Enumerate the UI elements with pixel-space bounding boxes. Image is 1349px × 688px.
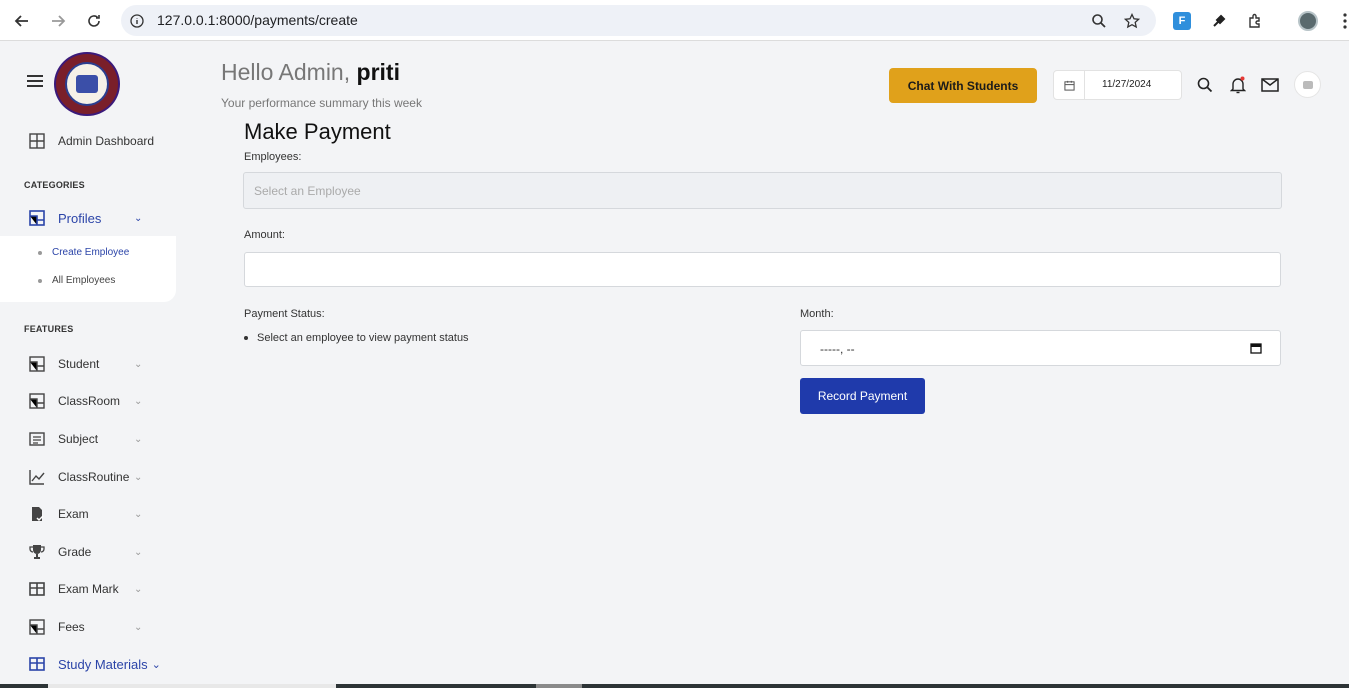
chat-with-students-button[interactable]: Chat With Students — [889, 68, 1037, 103]
chevron-down-icon: ⌄ — [134, 212, 143, 224]
table-icon — [28, 580, 46, 598]
profile-avatar-icon[interactable] — [1296, 9, 1320, 33]
submenu-item-create-employee[interactable]: Create Employee — [38, 247, 129, 258]
forward-icon[interactable] — [46, 9, 70, 33]
amount-label: Amount: — [244, 229, 285, 241]
classroom-icon — [28, 392, 46, 410]
user-name: priti — [356, 59, 400, 85]
profiles-icon — [28, 209, 46, 227]
fees-icon — [28, 618, 46, 636]
chevron-down-icon: ⌄ — [134, 621, 143, 633]
date-picker[interactable]: 11/27/2024 — [1053, 70, 1182, 100]
taskbar — [0, 684, 1349, 688]
extension-f-icon[interactable]: F — [1170, 9, 1194, 33]
date-value: 11/27/2024 — [1102, 79, 1152, 90]
bookmark-star-icon[interactable] — [1122, 11, 1142, 31]
sidebar-item-classroom[interactable]: ClassRoom ⌄ — [28, 392, 142, 410]
greeting-subtitle: Your performance summary this week — [221, 96, 422, 110]
page-title: Make Payment — [244, 119, 391, 144]
sidebar-item-classroutine[interactable]: ClassRoutine ⌄ — [28, 468, 142, 486]
month-label: Month: — [800, 308, 834, 320]
greeting: Hello Admin, priti — [221, 59, 400, 85]
submenu-item-all-employees[interactable]: All Employees — [38, 275, 115, 286]
calendar-icon[interactable] — [1250, 341, 1264, 355]
chevron-down-icon: ⌄ — [134, 358, 143, 370]
sidebar-item-student[interactable]: Student ⌄ — [28, 355, 142, 373]
chevron-down-icon: ⌄ — [151, 658, 161, 671]
browser-menu-icon[interactable] — [1333, 9, 1349, 33]
back-icon[interactable] — [10, 9, 34, 33]
sidebar: Admin Dashboard CATEGORIES Profiles ⌄ Cr… — [0, 42, 190, 688]
record-payment-button[interactable]: Record Payment — [800, 378, 925, 414]
zoom-icon[interactable] — [1089, 11, 1109, 31]
chevron-down-icon: ⌄ — [134, 508, 143, 520]
eyedropper-icon[interactable] — [1207, 9, 1231, 33]
payment-status-item: Select an employee to view payment statu… — [244, 332, 469, 344]
chevron-down-icon: ⌄ — [134, 433, 143, 445]
study-table-icon — [28, 655, 46, 673]
payment-status-label: Payment Status: — [244, 308, 325, 320]
amount-input[interactable] — [244, 252, 1281, 287]
employees-label: Employees: — [244, 151, 302, 163]
sidebar-item-profiles[interactable]: Profiles ⌄ — [28, 209, 142, 227]
chevron-down-icon: ⌄ — [134, 583, 143, 595]
info-icon[interactable] — [127, 11, 147, 31]
sidebar-item-grade[interactable]: Grade ⌄ — [28, 543, 142, 561]
features-heading: FEATURES — [24, 324, 74, 334]
sidebar-item-fees[interactable]: Fees ⌄ — [28, 618, 142, 636]
calendar-icon — [1054, 71, 1085, 99]
reload-icon[interactable] — [82, 9, 106, 33]
search-icon[interactable] — [1195, 75, 1215, 95]
bell-icon[interactable] — [1228, 75, 1248, 95]
employee-select[interactable]: Select an Employee — [243, 172, 1282, 209]
subject-icon — [28, 430, 46, 448]
student-icon — [28, 355, 46, 373]
trophy-icon — [28, 543, 46, 561]
hamburger-menu-icon[interactable] — [27, 75, 43, 89]
sidebar-item-exam[interactable]: Exam ⌄ — [28, 505, 142, 523]
school-logo[interactable] — [54, 52, 120, 116]
user-avatar[interactable] — [1294, 71, 1321, 98]
extensions-puzzle-icon[interactable] — [1243, 9, 1267, 33]
exam-doc-icon — [28, 505, 46, 523]
month-input[interactable]: -----, -- — [800, 330, 1281, 366]
sidebar-item-exam-mark[interactable]: Exam Mark ⌄ — [28, 580, 142, 598]
grid-icon — [28, 132, 46, 150]
month-value: -----, -- — [820, 342, 855, 356]
chevron-down-icon: ⌄ — [134, 546, 143, 558]
sidebar-item-subject[interactable]: Subject ⌄ — [28, 430, 142, 448]
mail-icon[interactable] — [1260, 75, 1280, 95]
chevron-down-icon: ⌄ — [134, 395, 143, 407]
address-bar[interactable]: 127.0.0.1:8000/payments/create — [121, 5, 1156, 36]
sidebar-item-admin-dashboard[interactable]: Admin Dashboard — [28, 132, 154, 150]
browser-toolbar: 127.0.0.1:8000/payments/create F — [0, 0, 1349, 41]
line-chart-icon — [28, 468, 46, 486]
sidebar-item-label: Admin Dashboard — [58, 134, 155, 148]
chevron-down-icon: ⌄ — [134, 471, 143, 483]
profiles-submenu: Create Employee All Employees — [0, 236, 176, 302]
categories-heading: CATEGORIES — [24, 180, 85, 190]
sidebar-item-study-materials[interactable]: Study Materials ⌄ — [28, 655, 161, 673]
sidebar-item-label: Profiles — [58, 210, 102, 226]
url-text: 127.0.0.1:8000/payments/create — [157, 12, 358, 28]
